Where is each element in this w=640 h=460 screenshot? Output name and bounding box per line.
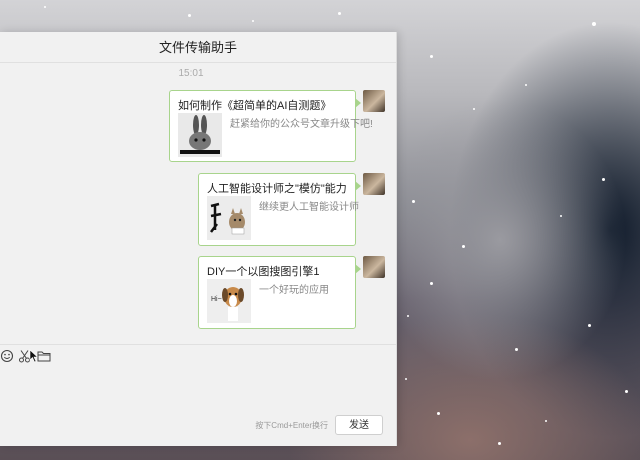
avatar[interactable] bbox=[363, 90, 385, 112]
avatar[interactable] bbox=[363, 256, 385, 278]
newline-hint: 按下Cmd+Enter换行 bbox=[255, 421, 328, 430]
input-toolbar bbox=[0, 344, 396, 367]
link-card-title: DIY一个以图搜图引擎1 bbox=[207, 266, 320, 278]
bunny-thumbnail bbox=[178, 113, 222, 157]
link-card-description: 一个好玩的应用 bbox=[259, 285, 329, 296]
chat-window: 文件传输助手 15:01 如何制作《超简单的AI自测题》 赶紧给你的公众号文章升… bbox=[0, 32, 397, 446]
calligraphy-cat-thumbnail bbox=[207, 196, 251, 240]
link-card-message[interactable]: DIY一个以图搜图引擎1 Hi~ 一个好玩的应用 bbox=[198, 256, 361, 329]
link-card-title: 人工智能设计师之"模仿"能力 bbox=[207, 183, 347, 195]
send-button[interactable]: 发送 bbox=[335, 415, 383, 435]
message-timestamp: 15:01 bbox=[178, 68, 204, 79]
link-card-title: 如何制作《超简单的AI自测题》 bbox=[178, 100, 332, 112]
dog-thumbnail: Hi~ bbox=[207, 279, 251, 323]
folder-icon[interactable] bbox=[37, 349, 51, 363]
svg-text:Hi~: Hi~ bbox=[211, 296, 222, 303]
emoji-icon[interactable] bbox=[0, 349, 14, 363]
chat-title: 文件传输助手 bbox=[0, 32, 396, 63]
link-card-message[interactable]: 如何制作《超简单的AI自测题》 赶紧给你的公众号文章升级下吧! bbox=[169, 90, 373, 162]
avatar[interactable] bbox=[363, 173, 385, 195]
link-card-description: 赶紧给你的公众号文章升级下吧! bbox=[230, 119, 373, 130]
link-card-message[interactable]: 人工智能设计师之"模仿"能力 继续更人工智能设计师 bbox=[198, 173, 361, 246]
link-card-description: 继续更人工智能设计师 bbox=[259, 202, 359, 213]
